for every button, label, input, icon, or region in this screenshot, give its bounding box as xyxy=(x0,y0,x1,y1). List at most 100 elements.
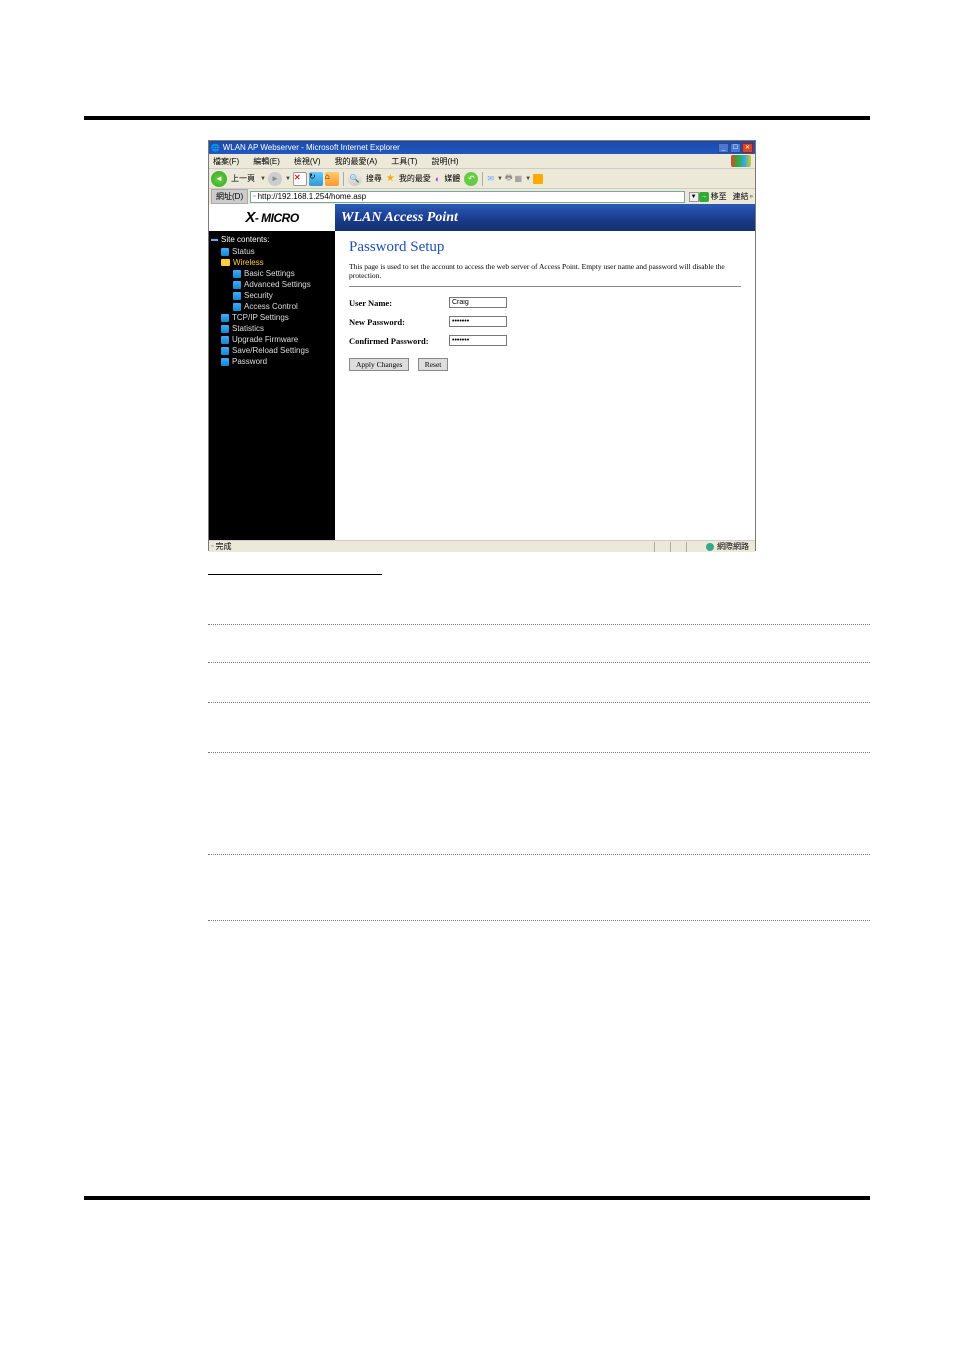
sidebar-root: ▬ Site contents: xyxy=(211,235,333,244)
newpassword-input[interactable] xyxy=(449,316,507,327)
sidebar-item-password[interactable]: Password xyxy=(211,356,333,367)
address-label: 網址(D) xyxy=(211,189,248,204)
doc-icon xyxy=(233,303,241,311)
doc-icon xyxy=(221,347,229,355)
sidebar-item-status[interactable]: Status xyxy=(211,246,333,257)
tree-root-icon: ▬ xyxy=(211,236,218,243)
status-pane xyxy=(686,542,702,552)
messenger-icon[interactable] xyxy=(533,174,543,184)
window-controls: _ ☐ ✕ xyxy=(718,143,753,153)
doc-icon xyxy=(221,325,229,333)
home-button[interactable]: ⌂ xyxy=(325,172,339,186)
sidebar-item-label: Status xyxy=(232,247,255,256)
dotted-rule xyxy=(208,752,870,753)
sidebar-item-save-reload[interactable]: Save/Reload Settings xyxy=(211,345,333,356)
links-button[interactable]: 連結 » xyxy=(733,191,753,202)
sidebar-item-label: TCP/IP Settings xyxy=(232,313,289,322)
main-panel: Password Setup This page is used to set … xyxy=(335,231,755,540)
close-button[interactable]: ✕ xyxy=(742,143,753,153)
titlebar: 🌐 WLAN AP Webserver - Microsoft Internet… xyxy=(209,141,755,154)
go-button[interactable]: → 移至 xyxy=(699,191,727,202)
favorites-icon[interactable]: ★ xyxy=(386,173,395,184)
doc-icon xyxy=(221,358,229,366)
internet-zone-icon xyxy=(706,543,714,551)
dotted-rule xyxy=(208,624,870,625)
window-title: WLAN AP Webserver - Microsoft Internet E… xyxy=(223,143,400,152)
separator xyxy=(482,172,483,186)
confirmedpassword-input[interactable] xyxy=(449,335,507,346)
mail-icon[interactable]: ✉ xyxy=(487,174,494,183)
favorites-label[interactable]: 我的最愛 xyxy=(399,173,431,184)
sidebar-item-label: Access Control xyxy=(244,302,298,311)
apply-changes-button[interactable]: Apply Changes xyxy=(349,358,409,371)
forward-button[interactable]: ► xyxy=(268,172,282,186)
links-chevron-icon: » xyxy=(750,194,753,200)
dotted-rule xyxy=(208,662,870,663)
dotted-rule xyxy=(208,702,870,703)
sidebar-item-label: Basic Settings xyxy=(244,269,295,278)
menu-help[interactable]: 說明(H) xyxy=(431,156,458,167)
sidebar-item-label: Upgrade Firmware xyxy=(232,335,298,344)
sidebar-item-access-control[interactable]: Access Control xyxy=(211,301,333,312)
banner-title: WLAN Access Point xyxy=(335,204,755,231)
ie-icon: 🌐 xyxy=(211,144,220,152)
xp-logo-icon xyxy=(731,155,751,167)
media-label[interactable]: 媒體 xyxy=(444,173,460,184)
print-icon[interactable]: 🖶 xyxy=(505,172,513,186)
back-label: 上一頁 xyxy=(231,173,255,184)
sidebar-item-label: Password xyxy=(232,357,267,366)
stop-button[interactable]: ✕ xyxy=(293,172,307,186)
newpassword-label: New Password: xyxy=(349,317,449,327)
top-horizontal-rule xyxy=(84,116,870,120)
separator xyxy=(343,172,344,186)
folder-icon xyxy=(221,259,230,266)
sidebar-item-label: Advanced Settings xyxy=(244,280,311,289)
sidebar-item-security[interactable]: Security xyxy=(211,290,333,301)
doc-icon xyxy=(233,270,241,278)
status-pane xyxy=(654,542,670,552)
back-dropdown-icon[interactable]: ▼ xyxy=(260,176,266,182)
search-label[interactable]: 搜尋 xyxy=(366,173,382,184)
media-icon[interactable]: ◐ xyxy=(435,174,440,184)
sidebar-item-label: Security xyxy=(244,291,273,300)
page-icon: ▫ xyxy=(253,193,255,200)
menu-tools[interactable]: 工具(T) xyxy=(391,156,417,167)
sidebar-root-label: Site contents: xyxy=(221,235,269,244)
menu-favorites[interactable]: 我的最愛(A) xyxy=(335,156,378,167)
sidebar: ▬ Site contents: Status Wireless Basic S… xyxy=(209,231,335,540)
sidebar-item-statistics[interactable]: Statistics xyxy=(211,323,333,334)
back-button[interactable]: ◄ xyxy=(211,171,227,187)
url-text: http://192.168.1.254/home.asp xyxy=(258,192,367,201)
status-pane xyxy=(670,542,686,552)
mail-dropdown-icon[interactable]: ▼ xyxy=(497,176,503,182)
edit-icon[interactable]: ▦ xyxy=(515,174,523,183)
maximize-button[interactable]: ☐ xyxy=(730,143,741,153)
history-icon[interactable]: ↶ xyxy=(464,172,478,186)
sidebar-item-basic-settings[interactable]: Basic Settings xyxy=(211,268,333,279)
refresh-button[interactable]: ↻ xyxy=(309,172,323,186)
edit-dropdown-icon[interactable]: ▼ xyxy=(525,176,531,182)
sidebar-item-tcpip[interactable]: TCP/IP Settings xyxy=(211,312,333,323)
url-input[interactable]: ▫ http://192.168.1.254/home.asp xyxy=(250,191,685,203)
statusbar: ▫ 完成 網際網路 xyxy=(209,540,755,552)
links-label: 連結 xyxy=(733,191,749,202)
search-icon[interactable]: 🔍 xyxy=(348,172,362,186)
sidebar-item-advanced-settings[interactable]: Advanced Settings xyxy=(211,279,333,290)
minimize-button[interactable]: _ xyxy=(718,143,729,153)
doc-icon xyxy=(233,292,241,300)
menu-view[interactable]: 檢視(V) xyxy=(294,156,321,167)
sidebar-item-upgrade-firmware[interactable]: Upgrade Firmware xyxy=(211,334,333,345)
menu-file[interactable]: 檔案(F) xyxy=(213,156,239,167)
sidebar-item-wireless[interactable]: Wireless xyxy=(211,257,333,268)
done-icon: ▫ xyxy=(211,543,213,550)
sidebar-item-label: Wireless xyxy=(233,258,264,267)
status-zone-label: 網際網路 xyxy=(717,541,749,552)
username-input[interactable] xyxy=(449,297,507,308)
menubar: 檔案(F) 編輯(E) 檢視(V) 我的最愛(A) 工具(T) 說明(H) xyxy=(209,154,755,168)
reset-button[interactable]: Reset xyxy=(418,358,449,371)
url-dropdown-icon[interactable]: ▼ xyxy=(689,192,699,202)
brand-logo: X- MICRO xyxy=(209,204,335,231)
forward-dropdown-icon[interactable]: ▼ xyxy=(285,176,291,182)
menu-edit[interactable]: 編輯(E) xyxy=(253,156,280,167)
addressbar: 網址(D) ▫ http://192.168.1.254/home.asp ▼ … xyxy=(209,188,755,204)
